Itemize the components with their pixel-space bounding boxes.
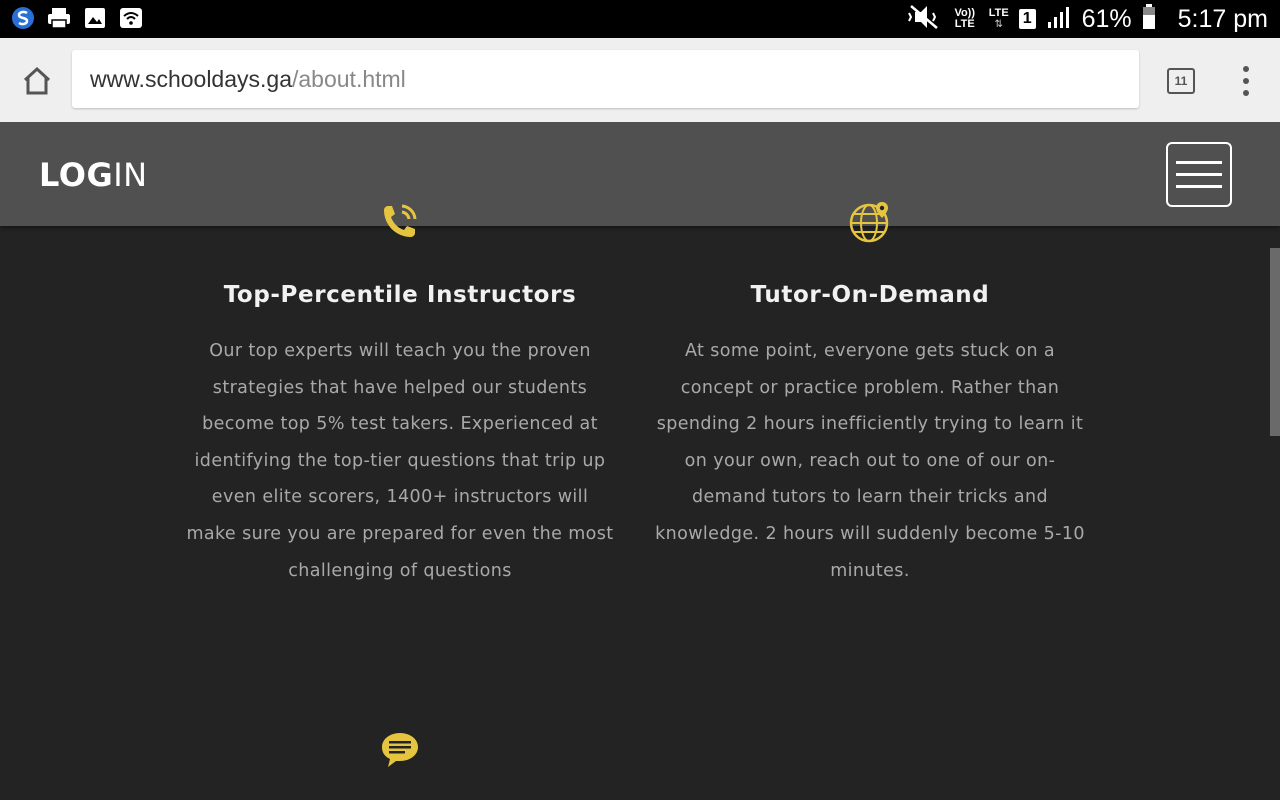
url-path: /about.html — [292, 65, 406, 92]
s-app-icon — [10, 5, 36, 31]
site-navbar: LOGIN — [0, 122, 1280, 226]
lte-indicator: LTE ⇅ — [988, 7, 1009, 31]
feature-card: Tutor-On-Demand At some point, everyone … — [650, 275, 1090, 589]
overflow-menu-icon[interactable] — [1238, 66, 1254, 96]
globe-location-icon — [848, 200, 892, 244]
sim-slot-badge: 1 — [1018, 9, 1036, 29]
logo-light-text: IN — [113, 156, 148, 194]
tab-switcher-button[interactable]: 11 — [1167, 68, 1195, 94]
phone-call-icon — [378, 200, 422, 244]
printer-icon — [46, 5, 72, 31]
browser-toolbar: www.schooldays.ga/about.html 11 — [0, 38, 1280, 122]
feature-card: Top-Percentile Instructors Our top exper… — [180, 275, 620, 589]
page-scrollbar[interactable] — [1270, 248, 1280, 436]
battery-percent: 61% — [1081, 4, 1132, 33]
mute-vibrate-icon — [907, 4, 941, 35]
volte-indicator: Vo)) LTE — [954, 7, 976, 30]
hamburger-menu-button[interactable] — [1166, 142, 1232, 207]
wifi-hotspot-icon — [118, 5, 144, 31]
data-arrows-icon: ⇅ — [994, 19, 1003, 30]
feature-title: Top-Percentile Instructors — [223, 282, 577, 308]
home-icon[interactable] — [18, 62, 56, 100]
url-host: www.schooldays.ga — [90, 65, 292, 92]
feature-description: At some point, everyone gets stuck on a … — [655, 341, 1085, 581]
chat-bubble-icon — [378, 728, 422, 772]
image-icon — [82, 5, 108, 31]
page-content: LOGIN Top-Percentile Instructors Our top… — [0, 122, 1280, 800]
signal-icon — [1046, 5, 1072, 34]
clock: 5:17 pm — [1177, 4, 1268, 33]
status-bar: Vo)) LTE LTE ⇅ 1 61% 5:17 pm — [0, 0, 1280, 38]
battery-icon — [1142, 3, 1156, 35]
feature-description: Our top experts will teach you the prove… — [186, 341, 614, 581]
site-logo[interactable]: LOGIN — [39, 156, 148, 194]
logo-bold-text: LOG — [39, 156, 114, 194]
address-bar[interactable]: www.schooldays.ga/about.html — [72, 50, 1139, 108]
lte-label: LTE — [988, 7, 1009, 19]
feature-title: Tutor-On-Demand — [750, 282, 990, 308]
